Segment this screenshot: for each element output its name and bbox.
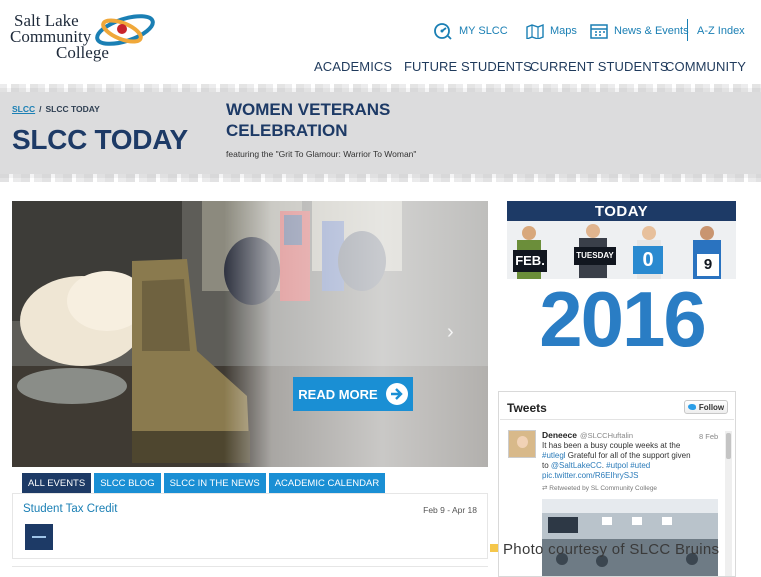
sign-month: FEB.	[513, 250, 547, 272]
page-title: SLCC TODAY	[12, 124, 188, 155]
logo-swoosh-icon	[95, 14, 155, 46]
nav-future-students[interactable]: FUTURE STUDENTS	[404, 59, 532, 75]
events-tabs: ALL EVENTS SLCC BLOG SLCC IN THE NEWS AC…	[22, 473, 386, 493]
tweets-scrollbar[interactable]	[725, 431, 732, 576]
tweet-author[interactable]: Deneece @SLCCHuftalin	[542, 430, 633, 440]
tweets-heading: Tweets	[507, 401, 547, 415]
tab-slcc-in-the-news[interactable]: SLCC IN THE NEWS	[163, 473, 266, 493]
breadcrumb-home-link[interactable]: SLCC	[12, 104, 35, 114]
slcc-logo[interactable]: Salt Lake Community College	[10, 9, 155, 65]
nav-community[interactable]: COMMUNITY	[665, 59, 746, 75]
arrow-right-icon	[385, 383, 408, 405]
tweet-date[interactable]: 8 Feb	[699, 432, 718, 441]
hero-slide[interactable]: ›	[12, 201, 488, 467]
tweet-retweet-note: ⇄ Retweeted by SL Community College	[542, 485, 658, 492]
calendar-icon	[590, 24, 608, 39]
photo-caption: Photo courtesy of SLCC Bruins	[490, 541, 719, 558]
today-photo-strip: FEB. TUESDAY 0 9	[507, 221, 736, 279]
sign-weekday: TUESDAY	[574, 247, 616, 265]
tweet-photo[interactable]	[542, 499, 718, 576]
utility-divider	[687, 19, 688, 41]
tab-slcc-blog[interactable]: SLCC BLOG	[94, 473, 161, 493]
twitter-bird-icon	[687, 404, 696, 410]
event-date: Feb 9 - Apr 18	[423, 505, 477, 515]
tab-academic-calendar[interactable]: ACADEMIC CALENDAR	[268, 473, 386, 493]
sign-day-ones: 9	[697, 254, 719, 276]
breadcrumb-separator: /	[39, 104, 42, 114]
caption-lead: Photo courtesy of	[503, 541, 630, 558]
tweet-text: It has been a busy couple weeks at the #…	[542, 441, 691, 480]
follow-button[interactable]: Follow	[684, 400, 728, 414]
today-year: 2016	[539, 275, 707, 363]
nav-academics[interactable]: ACADEMICS	[314, 59, 392, 75]
dashboard-gauge-icon	[434, 23, 452, 40]
sign-day-tens: 0	[633, 246, 663, 274]
tweet-avatar[interactable]	[508, 430, 536, 458]
hero-next-arrow-icon[interactable]: ›	[447, 321, 454, 344]
read-more-label: READ MORE	[298, 386, 378, 402]
follow-label: Follow	[698, 402, 725, 412]
az-index-label: A-Z Index	[697, 25, 745, 37]
my-slcc-label: MY SLCC	[459, 25, 508, 37]
tweets-divider	[500, 419, 734, 420]
hero-title: WOMEN VETERANS CELEBRATION	[226, 100, 391, 140]
maps-link[interactable]: Maps	[526, 21, 577, 41]
breadcrumb: SLCC / SLCC TODAY	[12, 104, 100, 114]
caption-credit: SLCC Bruins	[629, 541, 720, 558]
breadcrumb-current: SLCC TODAY	[45, 104, 100, 114]
event-name[interactable]: Student Tax Credit	[23, 503, 117, 515]
tab-all-events[interactable]: ALL EVENTS	[22, 473, 92, 493]
event-thumbnail[interactable]	[25, 524, 53, 550]
news-events-label: News & Events	[614, 25, 689, 37]
event-item: Student Tax Credit Feb 9 - Apr 18	[12, 493, 488, 559]
today-heading: TODAY	[507, 201, 736, 221]
maps-label: Maps	[550, 25, 577, 37]
read-more-button[interactable]: READ MORE	[293, 377, 413, 411]
caption-marker-icon	[490, 544, 498, 552]
az-index-link[interactable]: A-Z Index	[697, 21, 745, 41]
map-icon	[526, 23, 544, 39]
news-events-link[interactable]: News & Events	[590, 21, 689, 41]
next-event-item	[12, 566, 488, 577]
my-slcc-link[interactable]: MY SLCC	[433, 21, 508, 41]
hero-subtitle: featuring the "Grit To Glamour: Warrior …	[226, 149, 417, 159]
tweet-photo-image	[542, 499, 718, 576]
nav-current-students[interactable]: CURRENT STUDENTS	[530, 59, 669, 75]
